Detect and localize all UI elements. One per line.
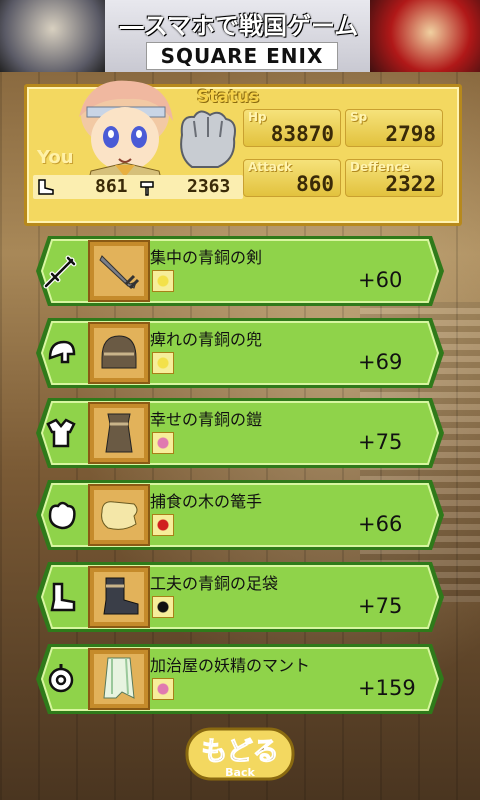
item-name: 痺れの青銅の兜: [150, 330, 263, 349]
back-button[interactable]: もどる Back: [184, 726, 296, 782]
banner-character-art-right: [370, 0, 480, 72]
bronze-sword-icon: [94, 246, 144, 296]
item-name: 集中の青銅の剣: [150, 248, 263, 267]
armor-icon: [46, 418, 76, 448]
item-image-box: [88, 240, 150, 302]
hp-stat: Hp 83870: [243, 109, 341, 147]
equip-row-weapon[interactable]: 集中の青銅の剣 +60: [34, 234, 446, 308]
item-image-box: [88, 648, 150, 710]
hp-label: Hp: [248, 110, 267, 124]
attack-value: 860: [296, 172, 334, 196]
attack-label: Attack: [248, 160, 292, 174]
equip-row-boots[interactable]: 工夫の青銅の足袋 +75: [34, 560, 446, 634]
item-image-box: [88, 566, 150, 628]
gem-socket: [152, 678, 174, 700]
fist-emblem: [180, 110, 236, 168]
boot-stat-icon: [38, 179, 54, 195]
item-bonus: +75: [358, 594, 403, 618]
stat-a-value: 861: [95, 176, 128, 197]
banner-character-art-left: [0, 0, 105, 72]
hammer-stat-icon: [140, 181, 154, 196]
boots-icon: [50, 582, 76, 612]
item-bonus: +60: [358, 268, 403, 292]
item-name: 加治屋の妖精のマント: [150, 656, 311, 675]
equip-row-cape[interactable]: 加治屋の妖精のマント +159: [34, 642, 446, 716]
equip-row-gauntlet[interactable]: 捕食の木の篭手 +66: [34, 478, 446, 552]
gem-socket: [152, 270, 174, 292]
attack-stat: Attack 860: [243, 159, 341, 197]
sword-icon: [43, 255, 77, 289]
bronze-helmet-icon: [94, 328, 144, 378]
gauntlet-icon: [48, 501, 76, 530]
gem-socket: [152, 514, 174, 536]
stat-b-value: 2363: [187, 176, 231, 197]
item-bonus: +66: [358, 512, 403, 536]
status-panel: Status You Hp 83870 Sp 2798 Attack 860 D…: [24, 80, 462, 226]
item-bonus: +159: [358, 676, 416, 700]
wooden-gauntlet-icon: [94, 490, 144, 540]
item-image-box: [88, 484, 150, 546]
gem-socket: [152, 352, 174, 374]
item-name: 工夫の青銅の足袋: [150, 574, 279, 593]
sp-stat: Sp 2798: [345, 109, 443, 147]
banner-brand: SQUARE ENIX: [146, 42, 338, 70]
status-title: Status: [197, 87, 260, 107]
stat-summary-row: 861 2363: [33, 175, 243, 199]
defence-value: 2322: [385, 172, 436, 196]
sp-value: 2798: [385, 122, 436, 146]
hp-value: 83870: [270, 122, 334, 146]
helmet-icon: [48, 340, 76, 364]
banner-title: ―スマホで戦国ゲーム―: [119, 12, 359, 69]
bronze-tabi-icon: [94, 572, 144, 622]
defence-stat: Deffence 2322: [345, 159, 443, 197]
item-image-box: [88, 402, 150, 464]
equip-row-helmet[interactable]: 痺れの青銅の兜 +69: [34, 316, 446, 390]
back-button-label: もどる: [201, 737, 278, 767]
ad-banner[interactable]: ―スマホで戦国ゲーム― SQUARE ENIX: [0, 0, 480, 72]
gem-socket: [152, 432, 174, 454]
fairy-cape-icon: [94, 654, 144, 704]
bronze-armor-icon: [94, 408, 144, 458]
back-button-sub: Back: [225, 766, 255, 779]
item-bonus: +75: [358, 430, 403, 454]
cape-icon: [48, 664, 74, 693]
item-name: 幸せの青銅の鎧: [150, 410, 263, 429]
item-image-box: [88, 322, 150, 384]
gem-socket: [152, 596, 174, 618]
equip-row-armor[interactable]: 幸せの青銅の鎧 +75: [34, 396, 446, 470]
item-name: 捕食の木の篭手: [150, 492, 263, 511]
sp-label: Sp: [350, 110, 368, 124]
item-bonus: +69: [358, 350, 403, 374]
